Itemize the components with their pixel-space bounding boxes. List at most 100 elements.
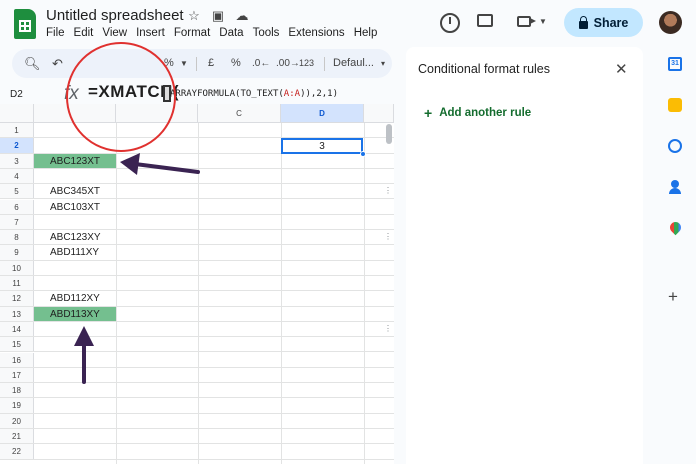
add-addon-plus-icon[interactable]: + — [668, 287, 678, 307]
cell-a[interactable]: ABC345XT — [34, 184, 116, 198]
cell-d2[interactable]: 3 — [281, 138, 363, 154]
number-format-button[interactable]: 123 — [299, 49, 314, 78]
percent-format-button[interactable]: % — [231, 49, 241, 78]
row-header[interactable]: 15 — [0, 337, 34, 352]
cell-a[interactable] — [34, 276, 116, 290]
row-header[interactable]: 12 — [0, 291, 34, 306]
move-folder-icon[interactable]: ▣ — [210, 8, 226, 24]
row-header[interactable]: 10 — [0, 260, 34, 275]
column-header-e[interactable] — [364, 104, 394, 123]
document-title[interactable]: Untitled spreadsheet — [46, 7, 184, 24]
search-icon[interactable]: 🔍︎ — [24, 49, 41, 78]
cell-a[interactable]: ABC103XT — [34, 200, 116, 214]
cell-a[interactable] — [34, 261, 116, 275]
chevron-down-icon[interactable]: ▼ — [539, 17, 547, 26]
version-history-icon[interactable] — [440, 13, 460, 33]
cell-a[interactable]: ABD113XY — [34, 306, 116, 321]
keep-icon[interactable] — [668, 98, 682, 112]
maps-icon[interactable] — [667, 219, 684, 236]
title-icons: ☆ ▣ ☁ — [186, 8, 250, 24]
sheets-app: Untitled spreadsheet ☆ ▣ ☁ File Edit View I… — [0, 0, 696, 464]
row-header[interactable]: 18 — [0, 383, 34, 398]
column-header-c[interactable]: C — [198, 104, 281, 123]
cell-a[interactable] — [34, 322, 116, 336]
row-header[interactable]: 16 — [0, 352, 34, 367]
formula-input[interactable]: ARRAYFORMULA(TO_TEXT(A:A)),2,1) — [170, 89, 338, 99]
table-row: 22 — [0, 444, 394, 460]
corner-header[interactable] — [0, 104, 34, 123]
cell-a[interactable] — [34, 169, 116, 183]
row-header[interactable]: 3 — [0, 153, 34, 168]
toolbar-divider — [324, 57, 325, 71]
menu-item-data[interactable]: Data — [219, 27, 243, 39]
table-row: 10 — [0, 260, 394, 276]
cloud-status-icon[interactable]: ☁ — [234, 8, 250, 24]
table-row: 16 — [0, 352, 394, 368]
cell-a[interactable] — [34, 353, 116, 367]
row-header[interactable]: 11 — [0, 276, 34, 291]
font-chevron-icon[interactable]: ▾ — [381, 49, 385, 78]
name-box[interactable]: D2 — [10, 89, 23, 100]
menu-item-edit[interactable]: Edit — [74, 27, 94, 39]
comments-icon[interactable] — [477, 14, 493, 27]
spreadsheet-grid[interactable]: C D 1 2 3 ABC123XT 4 5 ABC345XT 6 ABC103XT 7 8 ABC1… — [0, 104, 394, 464]
increase-decimal-button[interactable]: .00→ — [276, 49, 300, 78]
row-header[interactable]: 7 — [0, 214, 34, 230]
row-header[interactable]: 19 — [0, 398, 34, 413]
table-row: 18 — [0, 383, 394, 399]
menu-item-file[interactable]: File — [46, 27, 65, 39]
star-icon[interactable]: ☆ — [186, 8, 202, 24]
row-header[interactable]: 13 — [0, 306, 34, 321]
menu-item-insert[interactable]: Insert — [136, 27, 165, 39]
row-header[interactable]: 22 — [0, 444, 34, 459]
sheets-logo-icon[interactable] — [14, 9, 36, 39]
fill-handle[interactable] — [360, 151, 366, 157]
row-header[interactable]: 1 — [0, 123, 34, 138]
table-row: 6 ABC103XT — [0, 199, 394, 215]
cell-a[interactable] — [34, 414, 116, 428]
cell-a[interactable]: ABC123XY — [34, 230, 116, 244]
cell-a[interactable]: ABD111XY — [34, 245, 116, 259]
row-header[interactable]: 9 — [0, 245, 34, 260]
cell-a[interactable]: ABD112XY — [34, 291, 116, 305]
meet-video-icon[interactable] — [517, 16, 536, 27]
row-header[interactable]: 8 — [0, 230, 34, 245]
row-header[interactable]: 2 — [0, 138, 34, 153]
share-button[interactable]: Share — [564, 8, 643, 37]
table-row: 3 ABC123XT — [0, 153, 394, 169]
row-header[interactable]: 20 — [0, 413, 34, 428]
cell-a[interactable] — [34, 368, 116, 382]
cell-a[interactable] — [34, 337, 116, 351]
row-header[interactable]: 5 — [0, 184, 34, 199]
column-header-d[interactable]: D — [281, 104, 364, 123]
cell-a[interactable] — [34, 215, 116, 229]
undo-icon[interactable]: ↶ — [52, 49, 63, 78]
cell-a[interactable] — [34, 444, 116, 458]
menu-item-extensions[interactable]: Extensions — [288, 27, 344, 39]
menu-item-help[interactable]: Help — [354, 27, 378, 39]
cell-a[interactable]: ABC123XT — [34, 153, 116, 168]
menu-item-view[interactable]: View — [102, 27, 127, 39]
row-header[interactable]: 14 — [0, 321, 34, 337]
menu-item-format[interactable]: Format — [174, 27, 210, 39]
row-header[interactable]: 6 — [0, 199, 34, 214]
decrease-decimal-button[interactable]: .0← — [252, 49, 270, 78]
menu-item-tools[interactable]: Tools — [253, 27, 280, 39]
row-header[interactable]: 17 — [0, 367, 34, 383]
zoom-chevron-icon[interactable]: ▼ — [180, 49, 188, 78]
font-select[interactable]: Defaul... — [333, 49, 374, 78]
cell-a[interactable] — [34, 429, 116, 443]
cell-a[interactable] — [34, 398, 116, 412]
tasks-icon[interactable] — [668, 139, 682, 153]
row-header[interactable]: 4 — [0, 168, 34, 184]
calendar-icon[interactable]: 31 — [668, 57, 682, 71]
row-header[interactable]: 21 — [0, 429, 34, 444]
add-rule-button[interactable]: + Add another rule — [424, 105, 531, 121]
avatar[interactable] — [659, 11, 682, 34]
close-icon[interactable]: ✕ — [615, 60, 628, 78]
contacts-icon[interactable] — [668, 180, 682, 194]
vertical-scrollbar[interactable] — [386, 124, 392, 144]
cell-a[interactable] — [34, 383, 116, 397]
more-icon: ⋮ — [384, 186, 392, 195]
currency-button[interactable]: £ — [208, 49, 214, 78]
